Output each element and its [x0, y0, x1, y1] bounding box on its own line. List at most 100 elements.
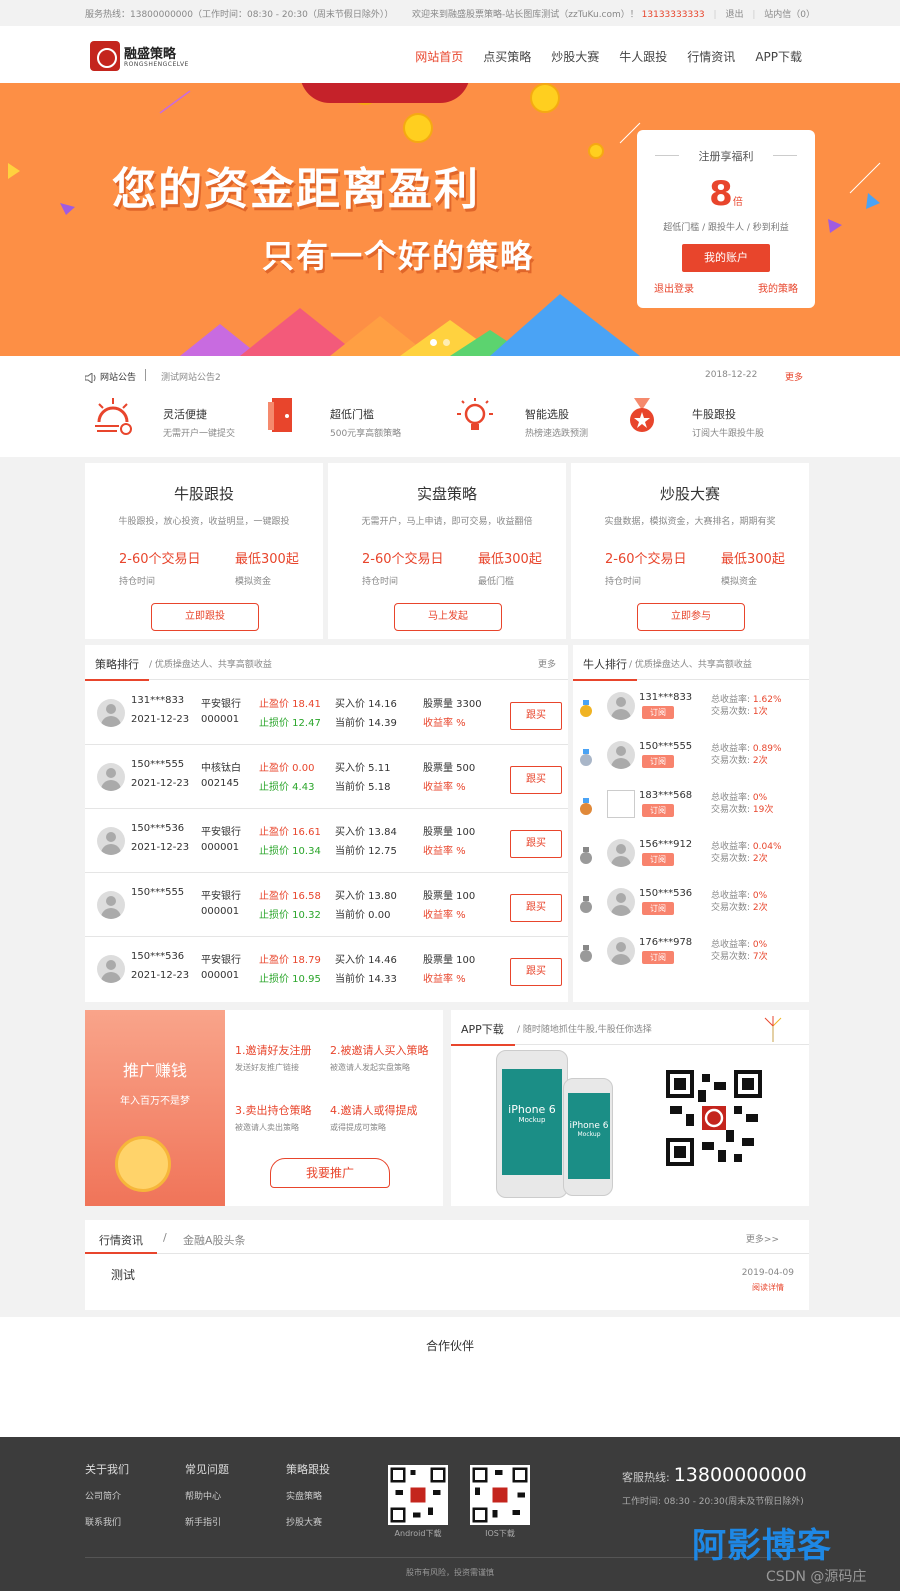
- feature-desc: 热榜速选跌预测: [525, 429, 589, 439]
- rank-code: 000001: [201, 906, 240, 917]
- footer-link[interactable]: 帮助中心: [185, 1489, 221, 1502]
- my-strategy-link[interactable]: 我的策略: [758, 280, 798, 295]
- footer-link[interactable]: 实盘策略: [286, 1489, 322, 1502]
- rank-more-link[interactable]: 更多: [538, 657, 556, 670]
- ios-qr-code-icon[interactable]: [470, 1465, 530, 1525]
- rank-date: 2021-12-23: [131, 714, 190, 725]
- subscribe-button[interactable]: 订阅: [642, 755, 674, 768]
- phone-sub-text: Mockup: [577, 1131, 601, 1138]
- read-more-link[interactable]: 阅读详情: [752, 1282, 784, 1293]
- follow-buy-button[interactable]: 跟买: [510, 702, 562, 730]
- my-account-button[interactable]: 我的账户: [682, 244, 770, 272]
- feature-desc: 订阅大牛跟投牛股: [692, 429, 765, 439]
- banner-dot[interactable]: [430, 339, 437, 346]
- nav-contest[interactable]: 炒股大赛: [551, 48, 599, 65]
- silver-medal-icon: [580, 749, 592, 766]
- promotion-title: 推广赚钱: [122, 1061, 187, 1080]
- subscribe-button[interactable]: 订阅: [642, 902, 674, 915]
- avatar: [607, 888, 635, 916]
- tab-a-share-headlines[interactable]: 金融A股头条: [183, 1232, 246, 1248]
- rank-stop-profit: 止盈价 16.61: [259, 827, 321, 838]
- footer-link[interactable]: 联系我们: [85, 1515, 121, 1528]
- banner-dot[interactable]: [443, 339, 450, 346]
- register-card-desc: 超低门槛 / 跟投牛人 / 秒到利益: [663, 223, 789, 233]
- follow-buy-button[interactable]: 跟买: [510, 958, 562, 986]
- list-item: 183***568 订阅 总收益率: 0% 交易次数: 19次: [573, 787, 809, 837]
- phone-model-text: iPhone 6: [508, 1103, 556, 1116]
- rank-current-price: 当前价 12.75: [335, 846, 397, 857]
- gray-medal-icon: [580, 847, 592, 864]
- rank-buy-price: 买入价 5.11: [335, 763, 391, 774]
- footer-link[interactable]: 新手指引: [185, 1515, 221, 1528]
- subscribe-button[interactable]: 订阅: [642, 853, 674, 866]
- feature-title: 智能选股: [525, 408, 569, 421]
- nav-news[interactable]: 行情资讯: [687, 48, 735, 65]
- promotion-slogan: 年入百万不是梦: [120, 1096, 190, 1107]
- promote-button[interactable]: 我要推广: [270, 1158, 390, 1188]
- rank-current-price: 当前价 14.39: [335, 718, 397, 729]
- logout-link[interactable]: 退出: [725, 10, 743, 20]
- rank-stop-loss: 止损价 10.34: [259, 846, 321, 857]
- nav-app[interactable]: APP下载: [755, 48, 802, 65]
- avatar: [607, 790, 635, 818]
- tab-market-news[interactable]: 行情资讯: [85, 1232, 157, 1254]
- nav-buy-strategy[interactable]: 点买策略: [483, 48, 531, 65]
- partners-title: 合作伙伴: [425, 1339, 474, 1353]
- register-card: 注册享福利 8倍 超低门槛 / 跟投牛人 / 秒到利益 我的账户 退出登录 我的…: [637, 130, 815, 308]
- news-more-link[interactable]: 更多>>: [746, 1232, 779, 1245]
- follow-now-button[interactable]: 立即跟投: [151, 603, 259, 631]
- nav-home[interactable]: 网站首页: [415, 48, 463, 65]
- trader-trades: 交易次数: 2次: [711, 756, 768, 766]
- promo-step-title: 4.邀请人或得提成: [330, 1104, 418, 1117]
- app-download-panel: APP下载 / 随时随地抓住牛股,牛股任你选择 iPhone 6 Mockup …: [451, 1010, 809, 1206]
- rank-return: 收益率 %: [423, 974, 466, 985]
- footer-col-strategy: 策略跟投 实盘策略 抄股大赛: [286, 1461, 330, 1528]
- news-item-title[interactable]: 测试: [111, 1266, 135, 1283]
- list-item: 156***912 订阅 总收益率: 0.04% 交易次数: 2次: [573, 836, 809, 886]
- notice-text[interactable]: 测试网站公告2: [161, 370, 221, 383]
- product-desc: 实盘数据，模拟资金，大赛排名，期期有奖: [604, 517, 776, 527]
- subscribe-button[interactable]: 订阅: [642, 951, 674, 964]
- promo-step-desc: 被邀请人发起实盘策略: [330, 1063, 410, 1072]
- sun-gear-icon: [95, 398, 132, 435]
- footer-col-faq: 常见问题 帮助中心 新手指引: [185, 1461, 229, 1528]
- footer-link[interactable]: 抄股大赛: [286, 1515, 322, 1528]
- avatar: [97, 827, 125, 855]
- follow-buy-button[interactable]: 跟买: [510, 894, 562, 922]
- section-desc: / 优质操盘达人、共享高额收益: [629, 660, 752, 670]
- user-phone-link[interactable]: 13133333333: [642, 10, 705, 20]
- follow-buy-button[interactable]: 跟买: [510, 830, 562, 858]
- leverage-value: 8倍: [709, 174, 743, 214]
- notice-bar: 网站公告 测试网站公告2 2018-12-22 更多: [84, 366, 815, 386]
- logo-mark-icon: [90, 41, 120, 71]
- banner-subheadline: 只有一个好的策略: [262, 237, 535, 275]
- android-qr-code-icon[interactable]: [388, 1465, 448, 1525]
- table-row: 131***833 2021-12-23 平安银行 000001 止盈价 18.…: [85, 681, 568, 745]
- logout-login-link[interactable]: 退出登录: [654, 280, 694, 295]
- logo-text: 融盛策略: [124, 47, 177, 62]
- trader-trades: 交易次数: 1次: [711, 707, 768, 717]
- footer-worktime: 工作时间: 08:30 - 20:30(周末及节假日除外): [622, 1497, 804, 1507]
- footer-link[interactable]: 公司简介: [85, 1489, 121, 1502]
- welcome-text: 欢迎来到融盛股票策略-站长图库测试（zzTuKu.com）！: [412, 10, 639, 20]
- promo-step-title: 3.卖出持仓策略: [235, 1104, 312, 1117]
- hotline-text: 服务热线：13800000000（工作时间：08:30 - 20:30（周末节假…: [85, 10, 394, 20]
- rank-stock: 平安银行: [201, 955, 241, 966]
- nav-follow[interactable]: 牛人跟投: [619, 48, 667, 65]
- rank-code: 000001: [201, 714, 240, 725]
- message-link[interactable]: 站内信（0）: [764, 10, 815, 20]
- notice-more-link[interactable]: 更多: [785, 370, 803, 383]
- hero-banner[interactable]: 您的资金距离盈利 只有一个好的策略 注册享福利 8倍 超低门槛 / 跟投牛人 /…: [0, 83, 900, 356]
- launch-now-button[interactable]: 马上发起: [394, 603, 502, 631]
- promotion-panel: 推广赚钱 年入百万不是梦 1.邀请好友注册 发送好友推广链接 2.被邀请人买入策…: [85, 1010, 443, 1206]
- rank-return: 收益率 %: [423, 718, 466, 729]
- follow-buy-button[interactable]: 跟买: [510, 766, 562, 794]
- rank-buy-price: 买入价 14.46: [335, 955, 397, 966]
- site-logo[interactable]: 融盛策略 RONGSHENGCELVE: [90, 41, 188, 71]
- join-now-button[interactable]: 立即参与: [637, 603, 745, 631]
- app-qr-code-icon[interactable]: [666, 1070, 762, 1166]
- rank-current-price: 当前价 5.18: [335, 782, 391, 793]
- subscribe-button[interactable]: 订阅: [642, 706, 674, 719]
- subscribe-button[interactable]: 订阅: [642, 804, 674, 817]
- site-header: 融盛策略 RONGSHENGCELVE 网站首页 点买策略 炒股大赛 牛人跟投 …: [0, 26, 900, 83]
